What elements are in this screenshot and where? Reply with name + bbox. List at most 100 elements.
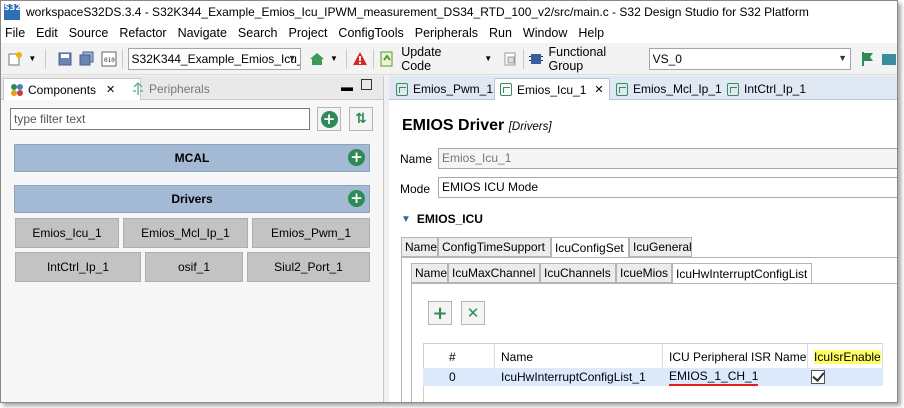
chevron-down-icon: ▼: [287, 52, 297, 63]
menu-navigate[interactable]: Navigate: [178, 26, 227, 40]
project-combo[interactable]: S32K344_Example_Emios_Icu_IPW ▼: [127, 47, 301, 70]
window-title: workspaceS32DS.3.4 - S32K344_Example_Emi…: [26, 5, 809, 19]
section-emios-icu[interactable]: ▼ EMIOS_ICU: [401, 212, 483, 226]
tab-emios-mcl-ip[interactable]: Emios_Mcl_Ip_1: [611, 78, 727, 100]
dropdown-arrow-icon[interactable]: ▼: [481, 51, 496, 67]
tab-emios-pwm[interactable]: Emios_Pwm_1: [391, 78, 498, 100]
plus-icon: +: [432, 302, 448, 324]
menu-file[interactable]: File: [5, 26, 25, 40]
row-name[interactable]: IcuHwInterruptConfigList_1: [495, 368, 646, 386]
settings-icon[interactable]: [881, 51, 897, 67]
menu-project[interactable]: Project: [289, 26, 328, 40]
tab-label: Emios_Icu_1: [517, 82, 587, 97]
component-emios-mcl-ip[interactable]: Emios_Mcl_Ip_1: [123, 218, 248, 248]
add-mcal-icon[interactable]: +: [348, 149, 365, 166]
mode-label: Mode: [400, 182, 431, 196]
new-icon[interactable]: [7, 51, 23, 67]
add-drivers-icon[interactable]: +: [348, 190, 365, 207]
menu-help[interactable]: Help: [578, 26, 604, 40]
components-icon: [11, 83, 23, 96]
tab-intctrl-ip[interactable]: IntCtrl_Ip_1: [722, 78, 811, 100]
title-bar: S32 workspaceS32DS.3.4 - S32K344_Example…: [1, 1, 897, 23]
close-icon: ✕: [466, 304, 480, 322]
menu-window[interactable]: Window: [523, 26, 567, 40]
editor-tab-strip: Emios_Pwm_1 Emios_Icu_1 ✕ Emios_Mcl_Ip_1…: [389, 76, 897, 100]
tab-configtimesupport[interactable]: ConfigTimeSupport: [438, 237, 551, 257]
maximize-icon[interactable]: [361, 79, 372, 90]
menu-refactor[interactable]: Refactor: [119, 26, 166, 40]
component-intctrl-ip[interactable]: IntCtrl_Ip_1: [15, 252, 141, 282]
col-header-isr[interactable]: ICU Peripheral ISR Name: [663, 344, 808, 369]
row-isr-name-text: EMIOS_1_CH_1: [669, 369, 759, 386]
menu-configtools[interactable]: ConfigTools: [338, 26, 403, 40]
driver-heading: EMIOS Driver: [402, 117, 505, 134]
chevron-down-icon: ▼: [401, 213, 411, 225]
row-index: 0: [449, 370, 456, 384]
update-code-button[interactable]: Update Code: [401, 45, 469, 73]
tab-name[interactable]: Name: [411, 263, 448, 283]
tab-icugeneral[interactable]: IcuGeneral: [629, 237, 692, 257]
menu-bar: File Edit Source Refactor Navigate Searc…: [1, 23, 897, 43]
tab-icuconfigset[interactable]: IcuConfigSet: [551, 237, 629, 257]
component-siul2-port[interactable]: Siul2_Port_1: [247, 252, 370, 282]
tab-emios-icu[interactable]: Emios_Icu_1 ✕: [494, 78, 610, 100]
menu-run[interactable]: Run: [489, 26, 512, 40]
chip-icon[interactable]: [528, 51, 544, 67]
save-all-icon[interactable]: [79, 51, 95, 67]
close-icon[interactable]: ✕: [594, 83, 603, 96]
copy-icon[interactable]: [502, 51, 518, 67]
add-component-button[interactable]: +: [317, 107, 341, 131]
group-drivers[interactable]: Drivers +: [14, 185, 370, 213]
flag-icon[interactable]: [859, 51, 875, 67]
name-field[interactable]: Emios_Icu_1: [438, 148, 897, 169]
component-osif[interactable]: osif_1: [145, 252, 243, 282]
app-icon: S32: [4, 4, 21, 20]
menu-search[interactable]: Search: [238, 26, 278, 40]
add-row-button[interactable]: +: [428, 301, 452, 325]
tab-icuemios[interactable]: IcueMios: [616, 263, 672, 283]
close-icon[interactable]: ✕: [106, 83, 115, 96]
dropdown-arrow-icon[interactable]: ▼: [327, 51, 342, 67]
main-window: S32 workspaceS32DS.3.4 - S32K344_Example…: [0, 0, 898, 403]
home-icon[interactable]: [309, 51, 325, 67]
svg-text:010: 010: [104, 57, 115, 64]
sort-button[interactable]: ⇅: [349, 107, 373, 131]
driver-heading-sub: [Drivers]: [508, 121, 552, 133]
save-icon[interactable]: [57, 51, 73, 67]
update-code-icon[interactable]: [379, 51, 395, 67]
tab-icumaxchannel[interactable]: IcuMaxChannel: [448, 263, 540, 283]
isr-enable-checkbox[interactable]: [811, 370, 825, 384]
filter-input[interactable]: type filter text: [10, 108, 310, 130]
group-mcal[interactable]: MCAL +: [14, 144, 370, 172]
col-header-index[interactable]: #: [443, 344, 495, 369]
tab-components-label: Components: [28, 82, 97, 97]
editor-panel: Emios_Pwm_1 Emios_Icu_1 ✕ Emios_Mcl_Ip_1…: [389, 76, 897, 402]
remove-row-button[interactable]: ✕: [461, 301, 485, 325]
binary-icon[interactable]: 010: [101, 51, 117, 67]
error-icon[interactable]: [352, 51, 368, 67]
mode-field[interactable]: EMIOS ICU Mode: [438, 177, 897, 198]
menu-source[interactable]: Source: [69, 26, 109, 40]
component-emios-pwm[interactable]: Emios_Pwm_1: [252, 218, 370, 248]
component-emios-icu[interactable]: Emios_Icu_1: [15, 218, 119, 248]
group-drivers-label: Drivers: [171, 192, 213, 206]
group-mcal-label: MCAL: [174, 151, 210, 165]
dropdown-arrow-icon[interactable]: ▼: [25, 51, 40, 67]
tab-name[interactable]: Name: [401, 237, 438, 257]
tab-components[interactable]: Components ✕: [3, 78, 141, 100]
menu-edit[interactable]: Edit: [36, 26, 58, 40]
functional-group-combo[interactable]: VS_0 ▼: [648, 47, 852, 70]
project-combo-value: S32K344_Example_Emios_Icu_IPW: [131, 51, 300, 66]
tab-peripherals[interactable]: Peripherals: [125, 78, 216, 100]
toolbar-separator: [522, 48, 524, 69]
minimize-icon[interactable]: ▬: [341, 80, 353, 94]
row-isr-name[interactable]: EMIOS_1_CH_1: [663, 368, 759, 386]
chevron-down-icon: ▼: [838, 52, 848, 63]
col-header-isr-enable[interactable]: IcuIsrEnable: [808, 344, 883, 369]
components-panel: Components ✕ Peripherals ▬ type filter t…: [1, 76, 384, 402]
col-header-name[interactable]: Name: [495, 344, 663, 369]
tab-icuchannels[interactable]: IcuChannels: [540, 263, 616, 283]
tab-icuhwinterruptconfiglist[interactable]: IcuHwInterruptConfigList: [672, 263, 812, 283]
menu-peripherals[interactable]: Peripherals: [415, 26, 478, 40]
toolbar-separator: [44, 48, 46, 69]
